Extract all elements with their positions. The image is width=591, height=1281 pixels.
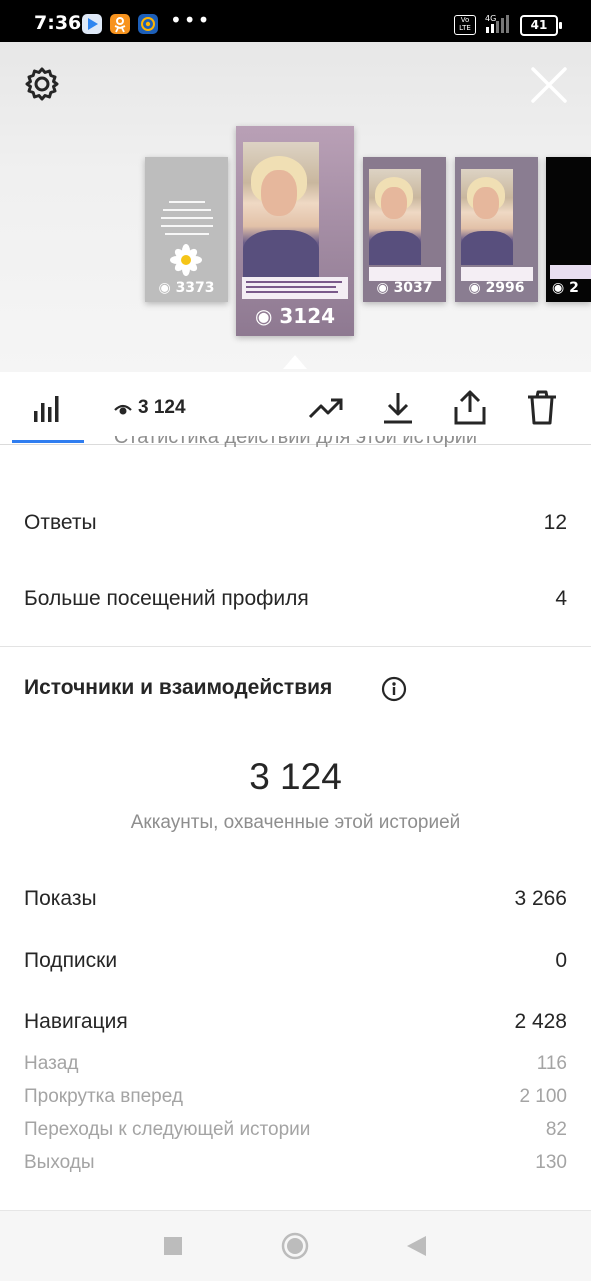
story-caption — [242, 277, 348, 299]
play-store-notification-icon — [82, 14, 102, 34]
story-views: 3124 — [279, 304, 336, 328]
story-photo — [369, 169, 421, 265]
story-thumbnail[interactable]: ◉ 3037 — [363, 157, 446, 302]
detail-label: Назад — [24, 1053, 79, 1074]
detail-value: 130 — [535, 1152, 567, 1173]
story-thumbnail[interactable]: ◉ 2996 — [455, 157, 538, 302]
story-views: 2 — [569, 280, 579, 296]
eye-icon: ◉ — [552, 280, 565, 296]
eye-icon: ◉ — [376, 280, 389, 296]
stat-value: 3 266 — [514, 887, 567, 910]
section-divider — [0, 646, 591, 647]
gear-icon[interactable] — [24, 66, 60, 102]
status-time: 7:36 — [34, 12, 82, 34]
story-viewer-header: ◉ 3373 ◉ 3124 ◉ 3037 ◉ 2996 ◉ 2 — [0, 42, 591, 372]
story-thumbnail[interactable]: ◉ 2 — [546, 157, 591, 302]
eye-icon: ◉ — [158, 280, 171, 296]
status-bar: 7:36 ••• Vo LTE 4G 41 — [0, 0, 591, 42]
detail-label: Выходы — [24, 1152, 95, 1173]
story-toolbar: 3 124 — [0, 372, 591, 445]
story-views: 3373 — [175, 280, 215, 296]
stat-label: Подписки — [24, 949, 118, 972]
download-icon[interactable] — [382, 391, 414, 430]
stat-value: 4 — [555, 587, 567, 610]
trending-up-icon[interactable] — [308, 396, 344, 425]
battery-icon: 41 — [520, 15, 562, 36]
ok-notification-icon — [110, 14, 130, 34]
bar-chart-icon[interactable] — [33, 394, 63, 427]
stat-value: 2 428 — [514, 1010, 567, 1033]
selected-story-pointer — [283, 355, 307, 369]
actions-section-heading: Статистика действий для этой истории — [113, 436, 478, 448]
detail-value: 2 100 — [519, 1086, 567, 1107]
trash-icon[interactable] — [526, 390, 558, 431]
stat-label: Ответы — [24, 511, 97, 534]
detail-label: Переходы к следующей истории — [24, 1119, 311, 1140]
reach-value: 3 124 — [249, 756, 342, 797]
stat-value: 0 — [555, 949, 567, 972]
story-thumbnail[interactable]: ◉ 3373 — [145, 157, 228, 302]
info-icon[interactable] — [381, 676, 407, 702]
back-icon[interactable] — [405, 1235, 427, 1262]
views-count[interactable]: 3 124 — [138, 397, 186, 419]
story-photo — [461, 169, 513, 265]
system-navigation-bar — [0, 1210, 591, 1281]
detail-label: Прокрутка вперед — [24, 1086, 183, 1107]
recents-icon[interactable] — [163, 1236, 183, 1261]
story-caption — [461, 267, 533, 281]
more-notifications-icon: ••• — [170, 8, 212, 32]
detail-value: 82 — [545, 1119, 567, 1140]
section-title: Источники и взаимодействия — [24, 676, 333, 699]
story-caption — [550, 265, 591, 279]
story-caption — [369, 267, 441, 281]
signal-icon: 4G — [484, 13, 514, 35]
close-icon[interactable] — [530, 66, 568, 104]
mail-notification-icon — [138, 14, 158, 34]
share-icon[interactable] — [453, 390, 487, 431]
network-type: 4G — [485, 14, 496, 23]
stat-label: Больше посещений профиля — [24, 587, 309, 610]
stat-value: 12 — [543, 511, 567, 534]
story-views: 3037 — [393, 280, 433, 296]
reach-caption: Аккаунты, охваченные этой историей — [130, 812, 461, 833]
eye-icon — [114, 402, 132, 416]
volte-icon: Vo LTE — [454, 15, 476, 35]
story-views: 2996 — [485, 280, 525, 296]
detail-value: 116 — [536, 1053, 567, 1074]
eye-icon: ◉ — [254, 304, 273, 328]
story-thumbnail-selected[interactable]: ◉ 3124 — [236, 126, 354, 336]
home-icon[interactable] — [281, 1232, 309, 1265]
stat-label: Показы — [24, 887, 97, 910]
story-photo — [243, 142, 319, 278]
stat-label: Навигация — [24, 1010, 128, 1033]
eye-icon: ◉ — [468, 280, 481, 296]
